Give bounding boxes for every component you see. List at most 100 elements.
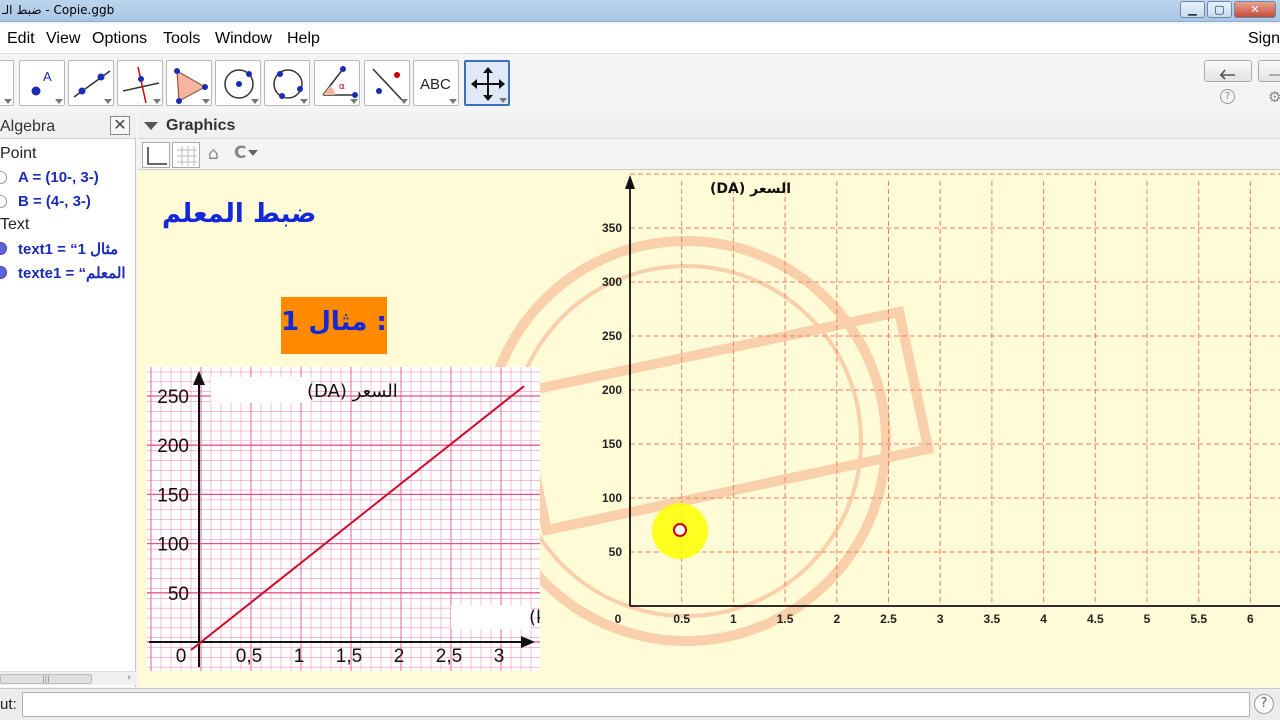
line-tool[interactable] bbox=[68, 60, 114, 106]
dropdown-icon bbox=[202, 99, 210, 104]
toolbar: A α ABC ? ⚙ bbox=[0, 55, 1280, 113]
menu-view[interactable]: View bbox=[46, 30, 80, 48]
y-tick-label: 150 bbox=[602, 437, 622, 451]
dropdown-icon bbox=[4, 99, 12, 104]
help-icon[interactable]: ? bbox=[1220, 89, 1235, 104]
point-tool[interactable]: A bbox=[19, 60, 65, 106]
gear-icon[interactable]: ⚙ bbox=[1268, 88, 1280, 106]
input-bar: ut: ? bbox=[0, 688, 1280, 720]
paper-x-tick-label: 0,5 bbox=[236, 646, 262, 667]
paper-x-tick-label: 2,5 bbox=[436, 646, 462, 667]
paper-x-tick-label: 1 bbox=[294, 646, 305, 667]
graph-paper-image[interactable]: 0 0,5 1 1,5 2 2,5 3 50 100 150 200 250 السعر (DA) كتل… bbox=[147, 346, 601, 671]
visibility-toggle[interactable] bbox=[0, 195, 7, 208]
y-tick-label: 250 bbox=[602, 329, 622, 343]
menu-help[interactable]: Help bbox=[287, 30, 320, 48]
y-tick-label: 350 bbox=[602, 221, 622, 235]
sign-in-link[interactable]: Sign bbox=[1248, 30, 1280, 48]
dropdown-icon bbox=[400, 99, 408, 104]
grid-toggle-button[interactable] bbox=[172, 142, 200, 168]
visibility-toggle[interactable] bbox=[0, 266, 7, 279]
paper-y-tick-label: 50 bbox=[168, 584, 189, 605]
scrollbar-thumb[interactable]: ||| bbox=[0, 674, 92, 684]
help-icon[interactable]: ? bbox=[1254, 694, 1274, 714]
axes-toggle-button[interactable] bbox=[142, 142, 170, 168]
axes-icon bbox=[147, 147, 167, 165]
text-tool[interactable]: ABC bbox=[413, 60, 459, 106]
x-tick-label: 6 bbox=[1247, 612, 1254, 626]
menu-tools[interactable]: Tools bbox=[163, 30, 200, 48]
visibility-toggle[interactable] bbox=[0, 242, 7, 255]
x-tick-label: 1 bbox=[730, 612, 737, 626]
close-button[interactable]: ✕ bbox=[1234, 1, 1276, 18]
watermark-stamp bbox=[481, 236, 935, 646]
algebra-view: Algebra ✕ Point A = (10-, 3-) B = (4-, 3… bbox=[0, 113, 136, 687]
algebra-item-texte1[interactable]: texte1 = “المعلم bbox=[0, 263, 136, 283]
paper-y-tick-label: 150 bbox=[157, 485, 189, 506]
paper-y-tick-label: 100 bbox=[157, 535, 189, 556]
grid-icon bbox=[177, 146, 197, 166]
undo-button[interactable] bbox=[1204, 60, 1252, 82]
x-tick-label: 1.5 bbox=[777, 612, 794, 626]
algebra-item-text1[interactable]: text1 = “مثال 1 bbox=[0, 239, 136, 259]
algebra-title: Algebra bbox=[0, 118, 56, 135]
paper-y-tick-label: 200 bbox=[157, 436, 189, 457]
graphics-canvas[interactable]: 0 0.5 1 1.5 2 2.5 3 3.5 4 4.5 5 5.5 6 50 100 150 200 250 3… bbox=[138, 171, 1280, 687]
minimize-button[interactable]: ▁ bbox=[1180, 1, 1205, 18]
chevron-down-icon[interactable] bbox=[248, 150, 258, 156]
reflect-tool[interactable] bbox=[364, 60, 410, 106]
y-axis-arrow bbox=[625, 175, 635, 189]
dropdown-icon bbox=[499, 98, 507, 103]
visibility-toggle[interactable] bbox=[0, 171, 7, 184]
algebra-item-text: texte1 = “المعلم bbox=[18, 265, 126, 282]
dropdown-icon bbox=[153, 99, 161, 104]
scroll-right-icon[interactable]: › bbox=[127, 673, 131, 683]
y-tick-label: 100 bbox=[602, 491, 622, 505]
y-tick-label: 300 bbox=[602, 275, 622, 289]
dropdown-icon bbox=[104, 99, 112, 104]
point-icon-glyph: A bbox=[43, 69, 52, 84]
algebra-item-A[interactable]: A = (10-, 3-) bbox=[0, 168, 136, 188]
move-view-tool[interactable] bbox=[464, 60, 510, 106]
algebra-item-text: B = (4-, 3-) bbox=[18, 193, 91, 210]
point-capture-icon[interactable]: C bbox=[234, 143, 246, 163]
x-tick-label: 4.5 bbox=[1087, 612, 1104, 626]
title-bar: ضبط الـ - Copie.ggb ▁ ▢ ✕ bbox=[0, 0, 1280, 22]
undo-icon bbox=[1219, 69, 1235, 80]
angle-tool[interactable]: α bbox=[314, 60, 360, 106]
close-algebra-button[interactable]: ✕ bbox=[110, 116, 130, 135]
example-label[interactable]: مثال 1 : bbox=[281, 297, 387, 354]
x-tick-label: 3.5 bbox=[984, 612, 1001, 626]
example-label-text: مثال 1 : bbox=[281, 307, 387, 337]
paper-x-tick-label: 2 bbox=[394, 646, 405, 667]
redo-button[interactable] bbox=[1258, 60, 1280, 82]
collapse-icon[interactable] bbox=[144, 122, 158, 130]
category-text[interactable]: Text bbox=[0, 216, 29, 234]
dropdown-icon bbox=[300, 99, 308, 104]
graphics-header: Graphics bbox=[138, 113, 1280, 139]
move-tool[interactable] bbox=[0, 60, 14, 106]
graphics-style-bar: ⌂ C bbox=[138, 140, 1280, 170]
input-field[interactable] bbox=[22, 692, 1250, 717]
maximize-button[interactable]: ▢ bbox=[1207, 1, 1232, 18]
algebra-item-B[interactable]: B = (4-, 3-) bbox=[0, 192, 136, 212]
category-point[interactable]: Point bbox=[0, 145, 36, 163]
page-heading[interactable]: ضبط المعلم bbox=[162, 199, 316, 229]
circle-tool[interactable] bbox=[215, 60, 261, 106]
paper-x-tick-label: 1,5 bbox=[336, 646, 362, 667]
polygon-tool[interactable] bbox=[166, 60, 212, 106]
menu-options[interactable]: Options bbox=[92, 30, 147, 48]
input-label: ut: bbox=[0, 696, 17, 713]
perpendicular-tool[interactable] bbox=[117, 60, 163, 106]
menu-window[interactable]: Window bbox=[215, 30, 272, 48]
dropdown-icon bbox=[350, 99, 358, 104]
coordinate-grid bbox=[630, 173, 1280, 606]
dropdown-icon bbox=[449, 99, 457, 104]
algebra-item-text: text1 = “مثال 1 bbox=[18, 241, 119, 258]
menu-edit[interactable]: Edit bbox=[7, 30, 35, 48]
algebra-scrollbar[interactable]: ||| › bbox=[0, 671, 136, 685]
graphics-title: Graphics bbox=[166, 117, 236, 134]
x-tick-label: 2 bbox=[833, 612, 840, 626]
home-icon[interactable]: ⌂ bbox=[208, 144, 219, 164]
circle-three-points-tool[interactable] bbox=[264, 60, 310, 106]
